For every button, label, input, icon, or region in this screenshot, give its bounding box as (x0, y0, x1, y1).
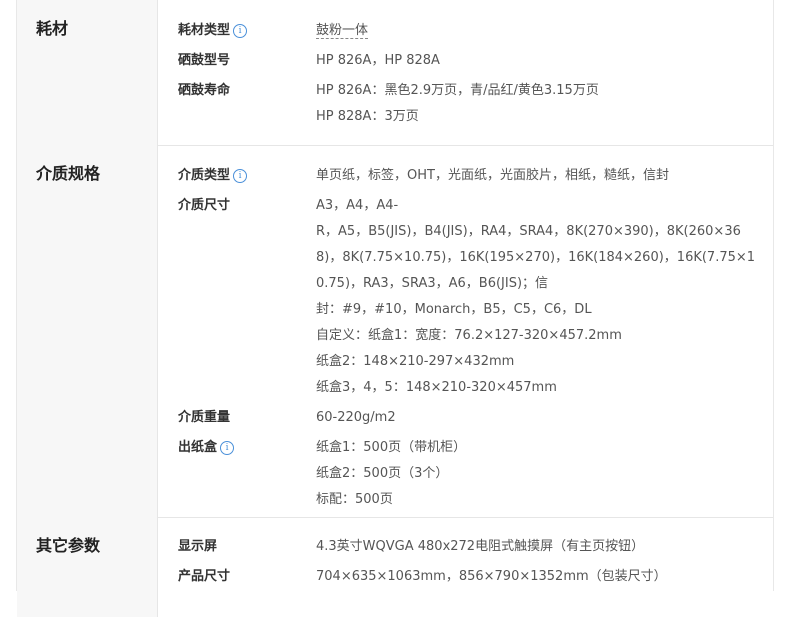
row-value: 4.3英寸WQVGA 480x272电阻式触摸屏（有主页按钮） (316, 539, 645, 554)
spec-table: 耗材 耗材类型 i 鼓粉一体 硒鼓型号 HP 826A，HP 828A 硒鼓寿命 … (16, 0, 774, 617)
row-value: 鼓粉一体 (316, 18, 756, 44)
category-title: 介质规格 (36, 164, 101, 183)
category-cell: 耗材 (17, 0, 158, 145)
section-other-params: 其它参数 显示屏 4.3英寸WQVGA 480x272电阻式触摸屏（有主页按钮）… (17, 517, 773, 617)
row-label: 硒鼓寿命 (178, 83, 231, 98)
category-title: 其它参数 (36, 536, 101, 555)
row-value: HP 826A，HP 828A (316, 53, 440, 68)
row-label: 介质尺寸 (178, 198, 231, 213)
info-icon[interactable]: i (233, 24, 248, 38)
row-value: 纸盒1：500页（带机柜） 纸盒2：500页（3个） 标配：500页 (316, 440, 467, 507)
row-label: 耗材类型 i (178, 18, 298, 44)
row-label: 出纸盒 i (178, 435, 298, 461)
row-label: 介质重量 (178, 410, 231, 425)
row-value: 单页纸，标签，OHT，光面纸，光面胶片，相纸，糙纸，信封 (316, 168, 669, 183)
category-cell: 其它参数 (17, 517, 158, 617)
row-label: 硒鼓型号 (178, 53, 231, 68)
category-title: 耗材 (36, 19, 69, 38)
info-icon[interactable]: i (233, 169, 248, 183)
row-value: A3，A4，A4- R，A5，B5(JIS)，B4(JIS)，RA4，SRA4，… (316, 198, 756, 395)
info-icon[interactable]: i (220, 441, 235, 455)
row-label: 介质类型 i (178, 163, 298, 189)
category-cell: 介质规格 (17, 145, 158, 517)
row-value: 60-220g/m2 (316, 410, 396, 425)
section-consumables: 耗材 耗材类型 i 鼓粉一体 硒鼓型号 HP 826A，HP 828A 硒鼓寿命 … (17, 0, 773, 146)
row-label: 产品尺寸 (178, 569, 231, 584)
row-value: HP 826A：黑色2.9万页，青/品红/黄色3.15万页 HP 828A：3万… (316, 83, 599, 124)
row-label: 显示屏 (178, 539, 218, 554)
section-media-specs: 介质规格 介质类型 i 单页纸，标签，OHT，光面纸，光面胶片，相纸，糙纸，信封 … (17, 145, 773, 518)
row-value: 704×635×1063mm，856×790×1352mm（包装尺寸） (316, 569, 667, 584)
consumable-type-link[interactable]: 鼓粉一体 (316, 23, 369, 39)
